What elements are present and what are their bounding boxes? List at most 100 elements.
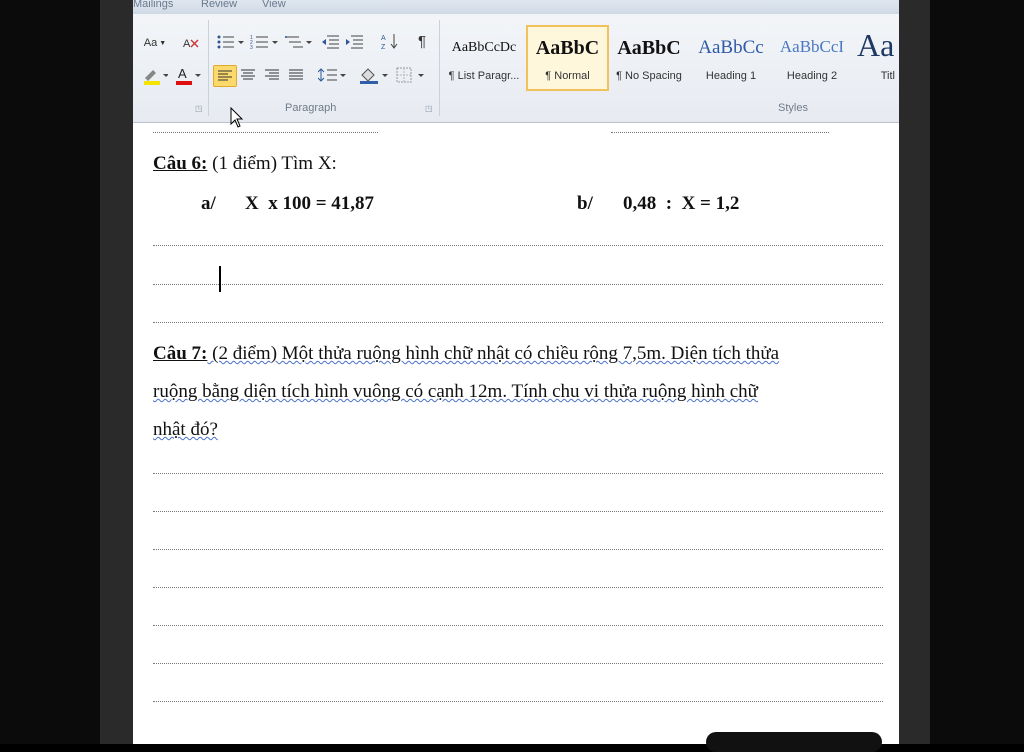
shading-button[interactable] bbox=[357, 65, 391, 85]
dotted-answer-line bbox=[153, 322, 883, 323]
dotted-answer-line bbox=[153, 701, 883, 702]
dotted-answer-line bbox=[611, 132, 829, 133]
dotted-answer-line bbox=[153, 132, 378, 133]
question-6: Câu 6: (1 điểm) Tìm X: bbox=[153, 153, 337, 175]
document-page[interactable]: Câu 6: (1 điểm) Tìm X: a/ X x 100 = 41,8… bbox=[133, 123, 899, 744]
svg-text:3: 3 bbox=[250, 45, 253, 50]
style-sample: AaBbCcDc bbox=[451, 40, 517, 55]
style-heading-2[interactable]: AaBbCcI Heading 2 bbox=[773, 27, 851, 89]
mouse-pointer-icon bbox=[230, 107, 244, 128]
style-sample: AaBbC bbox=[617, 37, 681, 59]
font-dialog-launcher-icon[interactable]: ◳ bbox=[195, 104, 203, 113]
group-separator bbox=[439, 20, 440, 116]
style-title[interactable]: Aa Titl bbox=[853, 27, 899, 89]
decrease-indent-icon bbox=[322, 35, 339, 49]
style-name: Titl bbox=[880, 70, 895, 82]
chevron-down-icon: ▼ bbox=[159, 39, 167, 47]
question-7-text: (2 điểm) Một thửa ruộng hình chữ nhật có… bbox=[207, 343, 780, 364]
highlight-button[interactable] bbox=[141, 66, 169, 86]
svg-text:A: A bbox=[183, 38, 191, 50]
ribbon: Mailings Review View Aa ▼ A A 123 A Z ¶ … bbox=[133, 0, 899, 123]
style-list-paragraph[interactable]: AaBbCcDc ¶ List Paragr... bbox=[443, 27, 525, 89]
group-separator bbox=[208, 20, 209, 116]
align-center-button[interactable] bbox=[237, 65, 259, 85]
svg-text:A: A bbox=[381, 35, 386, 42]
right-frame bbox=[930, 0, 1024, 744]
dotted-answer-line bbox=[153, 284, 883, 285]
paint-bucket-icon bbox=[360, 68, 388, 84]
justify-button[interactable] bbox=[285, 65, 307, 85]
sort-icon: AZ bbox=[381, 34, 398, 50]
style-name: Heading 1 bbox=[705, 70, 757, 82]
tab-mailings[interactable]: Mailings bbox=[133, 0, 173, 10]
dotted-answer-line bbox=[153, 245, 883, 246]
sort-button[interactable]: AZ bbox=[379, 31, 401, 51]
dotted-answer-line bbox=[153, 587, 883, 588]
tab-view[interactable]: View bbox=[262, 0, 286, 10]
paragraph-group-label: Paragraph bbox=[285, 102, 337, 114]
part-a-expression: X x 100 = 41,87 bbox=[245, 193, 375, 214]
numbering-button[interactable]: 123 bbox=[249, 32, 281, 52]
question-6-text: (1 điểm) Tìm X: bbox=[207, 153, 337, 174]
change-case-button[interactable]: Aa ▼ bbox=[141, 33, 169, 53]
style-name: ¶ Normal bbox=[545, 70, 590, 82]
align-center-icon bbox=[241, 69, 255, 80]
left-frame bbox=[0, 0, 100, 744]
question-7-line-2: ruộng bằng diện tích hình vuông có cạnh … bbox=[153, 381, 758, 402]
style-sample: AaBbC bbox=[535, 37, 600, 59]
style-name: ¶ List Paragr... bbox=[448, 70, 520, 82]
question-7-line-3: nhật đó? bbox=[153, 419, 218, 440]
part-b-label: b/ bbox=[577, 193, 593, 214]
dotted-answer-line bbox=[153, 473, 883, 474]
text-caret bbox=[219, 266, 221, 292]
align-right-icon bbox=[265, 69, 279, 80]
dotted-answer-line bbox=[153, 625, 883, 626]
style-heading-1[interactable]: AaBbCc Heading 1 bbox=[693, 27, 769, 89]
align-left-icon bbox=[218, 70, 232, 81]
font-color-button[interactable]: A bbox=[173, 66, 203, 86]
style-no-spacing[interactable]: AaBbC ¶ No Spacing bbox=[609, 27, 689, 89]
left-gutter bbox=[100, 0, 133, 744]
clear-formatting-icon: A bbox=[183, 38, 199, 50]
clear-formatting-button[interactable]: A bbox=[179, 33, 203, 53]
align-right-button[interactable] bbox=[261, 65, 283, 85]
question-7-label: Câu 7: bbox=[153, 343, 208, 364]
multilevel-list-icon bbox=[285, 36, 312, 48]
paragraph-dialog-launcher-icon[interactable]: ◳ bbox=[425, 104, 433, 113]
line-spacing-button[interactable] bbox=[317, 65, 349, 85]
font-color-icon: A bbox=[176, 66, 201, 85]
style-sample: Aa bbox=[857, 27, 895, 63]
style-name: Heading 2 bbox=[786, 70, 838, 82]
styles-group-label: Styles bbox=[778, 102, 808, 114]
bottom-overlay-bar bbox=[706, 732, 882, 752]
right-gutter bbox=[899, 0, 930, 744]
dotted-answer-line bbox=[153, 663, 883, 664]
increase-indent-icon bbox=[346, 35, 363, 49]
ribbon-tabs: Mailings Review View bbox=[133, 0, 899, 14]
line-spacing-icon bbox=[318, 68, 346, 82]
decrease-indent-button[interactable] bbox=[319, 32, 341, 52]
borders-button[interactable] bbox=[395, 65, 429, 85]
svg-text:Z: Z bbox=[381, 44, 386, 50]
style-sample: AaBbCc bbox=[698, 37, 764, 58]
bullets-button[interactable] bbox=[215, 32, 247, 52]
part-b-expression: 0,48 : X = 1,2 bbox=[623, 193, 740, 214]
question-7-line-1: Câu 7: (2 điểm) Một thửa ruộng hình chữ … bbox=[153, 343, 779, 365]
align-left-button[interactable] bbox=[213, 65, 237, 87]
style-normal[interactable]: AaBbC ¶ Normal bbox=[526, 25, 609, 91]
multilevel-list-button[interactable] bbox=[283, 32, 315, 52]
increase-indent-button[interactable] bbox=[343, 32, 365, 52]
highlighter-icon bbox=[144, 70, 168, 85]
style-sample: AaBbCcI bbox=[779, 37, 845, 56]
bullets-icon bbox=[217, 35, 244, 49]
svg-text:A: A bbox=[178, 66, 187, 81]
pilcrow-icon: ¶ bbox=[417, 32, 427, 50]
numbering-icon: 123 bbox=[250, 35, 278, 50]
tab-review[interactable]: Review bbox=[201, 0, 237, 10]
dotted-answer-line bbox=[153, 511, 883, 512]
style-name: ¶ No Spacing bbox=[616, 70, 682, 82]
word-window: Mailings Review View Aa ▼ A A 123 A Z ¶ … bbox=[133, 0, 899, 744]
show-formatting-button[interactable]: ¶ bbox=[411, 31, 433, 51]
dotted-answer-line bbox=[153, 549, 883, 550]
justify-icon bbox=[289, 69, 303, 80]
